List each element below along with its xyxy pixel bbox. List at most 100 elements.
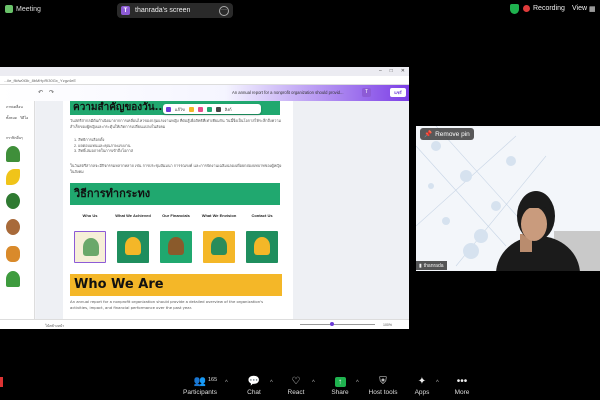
sidebar-label[interactable]: วิดีโอ bbox=[20, 115, 28, 121]
host-tools-button[interactable]: ⛨ Host tools bbox=[363, 376, 403, 396]
chevron-up-icon[interactable]: ^ bbox=[225, 380, 228, 386]
participant-name: thanrada bbox=[423, 262, 444, 269]
giraffe-sticker[interactable] bbox=[6, 246, 20, 262]
participants-label: Participants bbox=[183, 389, 217, 396]
participant-video[interactable]: 📌 Remove pin ▮ thanrada bbox=[416, 126, 600, 271]
meeting-label: Meeting bbox=[16, 5, 41, 13]
sidebar-label[interactable]: กราฟิกอื่นๆ bbox=[6, 135, 23, 141]
video-frame bbox=[416, 126, 600, 271]
shared-screen: – □ ✕ ...ile_flkfw0t3b_8bMHpRi30Gx_Yzgz4… bbox=[0, 67, 409, 329]
top-bar: Meeting T thanrada's screen ··· Recordin… bbox=[0, 0, 600, 20]
design-canvas: ความสำคัญของวัน... แก้ไข ลิงก์ วันสตรีสา… bbox=[36, 101, 409, 319]
column-who-us[interactable]: Who Us bbox=[70, 213, 110, 263]
chevron-up-icon[interactable]: ^ bbox=[356, 380, 359, 386]
zoom-level[interactable]: 100% bbox=[383, 323, 392, 327]
edit-label[interactable]: แก้ไข bbox=[175, 106, 185, 113]
recording-indicator[interactable]: Recording bbox=[523, 5, 565, 12]
copy-icon[interactable] bbox=[215, 106, 221, 112]
column-contact-us[interactable]: Contact Us bbox=[242, 213, 282, 263]
more-button[interactable]: ••• More bbox=[442, 376, 482, 396]
link-label[interactable]: ลิงก์ bbox=[225, 106, 232, 113]
host-tools-label: Host tools bbox=[368, 389, 398, 396]
participants-count: 165 bbox=[208, 377, 218, 383]
column-what-we-envision[interactable]: What We Envision bbox=[199, 213, 239, 263]
heading-krathong[interactable]: วิธีการทำกระทง bbox=[70, 183, 280, 205]
view-button[interactable]: View ▦ bbox=[572, 5, 596, 13]
minimize-icon[interactable]: – bbox=[379, 68, 382, 74]
owner-avatar[interactable]: T bbox=[362, 88, 371, 97]
chevron-up-icon[interactable]: ^ bbox=[312, 380, 315, 386]
chat-icon: 💬 bbox=[247, 376, 261, 387]
floating-edit-toolbar: แก้ไข ลิงก์ bbox=[163, 104, 261, 114]
leaf-sticker[interactable] bbox=[6, 271, 20, 287]
banana-sticker[interactable] bbox=[6, 169, 20, 185]
design-page[interactable]: ความสำคัญของวัน... แก้ไข ลิงก์ วันสตรีสา… bbox=[63, 101, 293, 319]
middle-paragraph[interactable]: ในวันสตรีสากลจะมีกิจกรรมหลากหลาย เช่น กา… bbox=[70, 163, 282, 174]
column-what-we-achieved[interactable]: What We Achieved bbox=[113, 213, 153, 263]
column-illustration bbox=[74, 231, 106, 263]
signal-icon: ▮ bbox=[419, 262, 422, 269]
column-label: Who Us bbox=[82, 213, 98, 218]
zoom-slider-handle[interactable] bbox=[330, 322, 334, 326]
more-options-icon[interactable]: ··· bbox=[219, 5, 229, 16]
chevron-up-icon[interactable]: ^ bbox=[270, 380, 273, 386]
color-swatch-icon[interactable] bbox=[197, 106, 203, 112]
document-title[interactable]: An annual report for a nonprofit organiz… bbox=[232, 90, 344, 95]
palm-tree-sticker[interactable] bbox=[6, 146, 20, 162]
recording-label: Recording bbox=[533, 5, 565, 12]
zoom-meeting-window: Meeting T thanrada's screen ··· Recordin… bbox=[0, 0, 600, 400]
remove-pin-button[interactable]: 📌 Remove pin bbox=[420, 128, 474, 140]
meeting-menu[interactable]: Meeting bbox=[5, 5, 41, 13]
sidebar-label[interactable]: ทั้งหมด bbox=[6, 115, 17, 121]
canva-share-button[interactable]: แชร์ bbox=[390, 88, 406, 97]
maximize-icon[interactable]: □ bbox=[390, 68, 393, 74]
plant-sticker[interactable] bbox=[6, 193, 20, 209]
recording-dot-icon bbox=[523, 5, 530, 12]
security-shield-icon[interactable] bbox=[510, 4, 519, 14]
heart-icon: ♡ bbox=[291, 376, 301, 387]
column-illustration bbox=[246, 231, 278, 263]
screen-owner-label: thanrada's screen bbox=[135, 7, 191, 14]
undo-redo-icons[interactable]: ↶↷ bbox=[38, 89, 60, 96]
chat-label: Chat bbox=[247, 389, 261, 396]
chevron-up-icon[interactable]: ^ bbox=[436, 380, 439, 386]
intro-paragraph[interactable]: วันสตรีสากลมีต้นกำเนิดมาจากการเคลื่อนไหว… bbox=[70, 118, 282, 129]
color-swatch-icon[interactable] bbox=[188, 106, 194, 112]
column-label: Our Financials bbox=[162, 213, 190, 218]
section-columns: Who Us What We Achieved Our Financials W… bbox=[70, 213, 282, 283]
column-our-financials[interactable]: Our Financials bbox=[156, 213, 196, 263]
react-button[interactable]: ♡ React bbox=[276, 376, 316, 396]
bottom-paragraph[interactable]: An annual report for a nonprofit organiz… bbox=[70, 299, 282, 310]
canva-toolbar: ↶↷ An annual report for a nonprofit orga… bbox=[0, 85, 409, 101]
screen-owner-avatar: T bbox=[121, 6, 130, 15]
apps-label: Apps bbox=[414, 389, 430, 396]
heading-who-we-are[interactable]: Who We Are bbox=[70, 274, 282, 296]
participant-name-tag: ▮ thanrada bbox=[416, 261, 447, 270]
monkey-sticker[interactable] bbox=[6, 219, 20, 235]
color-swatch-icon[interactable] bbox=[206, 106, 212, 112]
magic-edit-icon[interactable] bbox=[166, 106, 171, 112]
close-icon[interactable]: ✕ bbox=[401, 68, 405, 74]
meeting-icon bbox=[5, 5, 13, 13]
zoom-slider[interactable] bbox=[300, 324, 375, 325]
column-label: Contact Us bbox=[251, 213, 273, 218]
bullet-list[interactable]: 1. สิทธิการเลือกตั้ง 2. ผลตอบแทนและคุณภา… bbox=[74, 138, 133, 155]
more-icon: ••• bbox=[456, 376, 468, 387]
address-bar[interactable]: ...ile_flkfw0t3b_8bMHpRi30Gx_Yzgz4eE bbox=[0, 76, 409, 85]
pin-icon: 📌 bbox=[424, 131, 433, 138]
canva-status-bar: โน้ตข้างหน้า 100% bbox=[0, 319, 409, 329]
shield-icon: ⛨ bbox=[379, 376, 387, 387]
column-label: What We Envision bbox=[201, 213, 237, 218]
column-label: What We Achieved bbox=[115, 213, 151, 218]
share-button[interactable]: ↑ Share bbox=[320, 376, 360, 396]
share-screen-icon: ↑ bbox=[320, 376, 360, 388]
window-controls: – □ ✕ bbox=[379, 68, 405, 74]
apps-button[interactable]: ✦ Apps bbox=[402, 376, 442, 396]
notes-button[interactable]: โน้ตข้างหน้า bbox=[45, 323, 64, 329]
column-illustration bbox=[117, 231, 149, 263]
sidebar-label[interactable]: ภาพเคลื่อน bbox=[6, 104, 23, 110]
chat-button[interactable]: 💬 Chat bbox=[234, 376, 274, 396]
remove-pin-label: Remove pin bbox=[435, 130, 470, 138]
screen-share-indicator[interactable]: T thanrada's screen ··· bbox=[117, 3, 233, 18]
view-label: View bbox=[572, 5, 588, 12]
